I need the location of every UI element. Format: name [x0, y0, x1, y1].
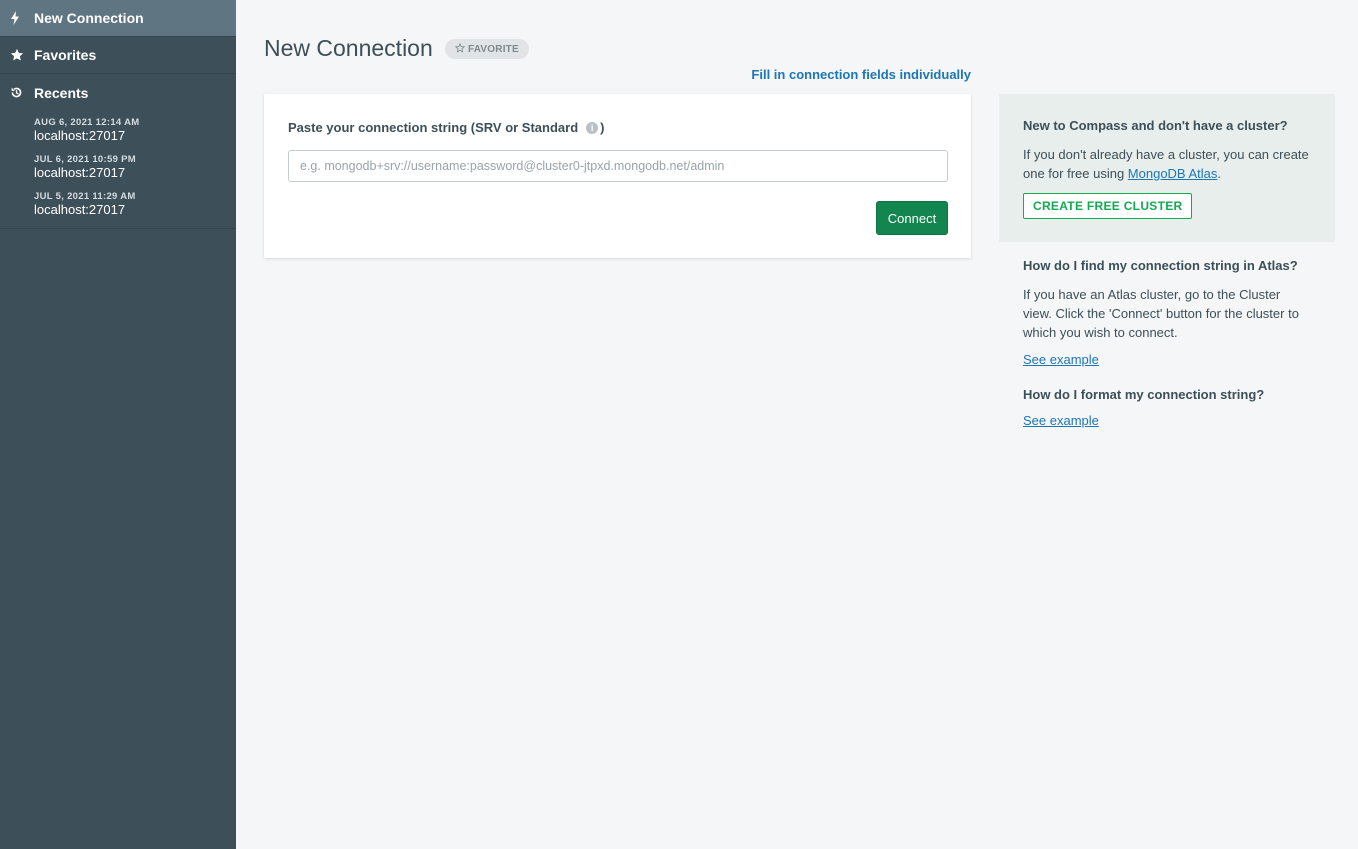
cluster-heading: New to Compass and don't have a cluster?: [1023, 118, 1288, 133]
sidebar-item-label: Recents: [34, 84, 89, 101]
recent-connection-item[interactable]: AUG 6, 2021 12:14 AM localhost:27017: [0, 111, 236, 148]
connection-string-card: Paste your connection string (SRV or Sta…: [264, 94, 971, 258]
recent-date: JUL 6, 2021 10:59 PM: [34, 153, 136, 165]
sidebar-item-label: New Connection: [34, 10, 144, 26]
history-icon: [10, 86, 34, 99]
atlas-see-example-link[interactable]: See example: [1023, 352, 1099, 367]
sidebar: New Connection Favorites Recents AUG 6, …: [0, 0, 236, 849]
format-see-example-link[interactable]: See example: [1023, 413, 1099, 428]
recent-date: JUL 5, 2021 11:29 AM: [34, 190, 136, 202]
atlas-help-section: How do I find my connection string in At…: [999, 242, 1335, 369]
atlas-text: If you have an Atlas cluster, go to the …: [1023, 287, 1299, 340]
cluster-text-after: .: [1217, 166, 1222, 181]
recent-host: localhost:27017: [34, 127, 126, 143]
label-close-paren: ): [600, 120, 605, 135]
recent-connection-item[interactable]: JUL 5, 2021 11:29 AM localhost:27017: [0, 185, 236, 222]
recent-date: AUG 6, 2021 12:14 AM: [34, 116, 140, 128]
page-title: New Connection: [264, 35, 433, 61]
format-help-section: How do I format my connection string? Se…: [999, 369, 1335, 430]
connection-string-label-text: Paste your connection string (SRV or Sta…: [288, 120, 579, 135]
recent-host: localhost:27017: [34, 201, 126, 217]
favorite-label: FAVORITE: [468, 43, 519, 55]
recent-host: localhost:27017: [34, 164, 126, 180]
connect-button[interactable]: Connect: [876, 201, 948, 235]
lightning-icon: [10, 11, 34, 25]
info-icon[interactable]: i: [586, 121, 599, 134]
sidebar-item-favorites[interactable]: Favorites: [0, 37, 236, 74]
help-panel: New to Compass and don't have a cluster?…: [999, 94, 1335, 430]
star-icon: [10, 48, 34, 62]
sidebar-item-recents[interactable]: Recents: [0, 74, 236, 111]
favorite-button[interactable]: FAVORITE: [445, 39, 529, 59]
cluster-text: If you don't already have a cluster, you…: [1023, 145, 1311, 183]
create-free-cluster-button[interactable]: CREATE FREE CLUSTER: [1023, 193, 1193, 219]
recent-connection-item[interactable]: JUL 6, 2021 10:59 PM localhost:27017: [0, 148, 236, 185]
format-heading: How do I format my connection string?: [1023, 387, 1265, 402]
sidebar-item-label: Favorites: [34, 47, 97, 63]
connection-string-input[interactable]: [288, 150, 948, 182]
fill-fields-individually-link[interactable]: Fill in connection fields individually: [751, 67, 971, 82]
star-outline-icon: [454, 42, 466, 56]
mongodb-atlas-link[interactable]: MongoDB Atlas: [1128, 166, 1218, 181]
atlas-heading: How do I find my connection string in At…: [1023, 258, 1298, 273]
sidebar-item-new-connection[interactable]: New Connection: [0, 0, 236, 37]
connection-string-label: Paste your connection string (SRV or Sta…: [288, 120, 605, 135]
recents-section: Recents AUG 6, 2021 12:14 AM localhost:2…: [0, 74, 236, 229]
create-cluster-section: New to Compass and don't have a cluster?…: [999, 94, 1335, 242]
